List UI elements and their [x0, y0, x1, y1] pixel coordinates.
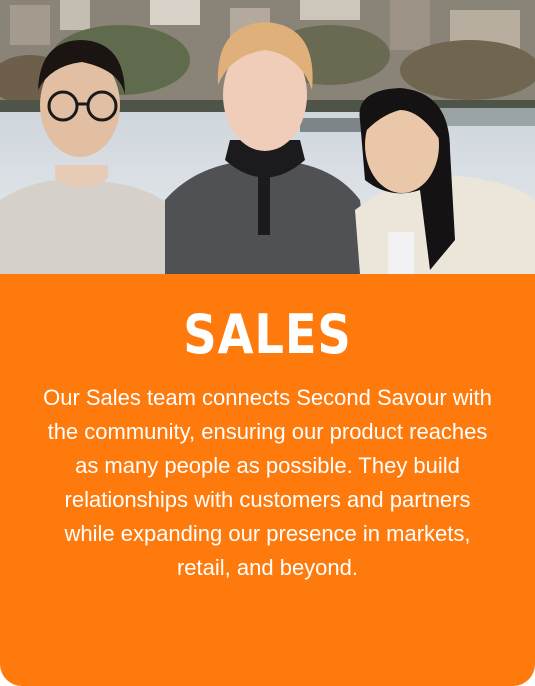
- team-description: Our Sales team connects Second Savour wi…: [43, 385, 492, 580]
- team-title: SALES: [183, 303, 352, 366]
- team-photo: [0, 0, 535, 274]
- sales-team-card: SALES Our Sales team connects Second Sav…: [0, 0, 535, 686]
